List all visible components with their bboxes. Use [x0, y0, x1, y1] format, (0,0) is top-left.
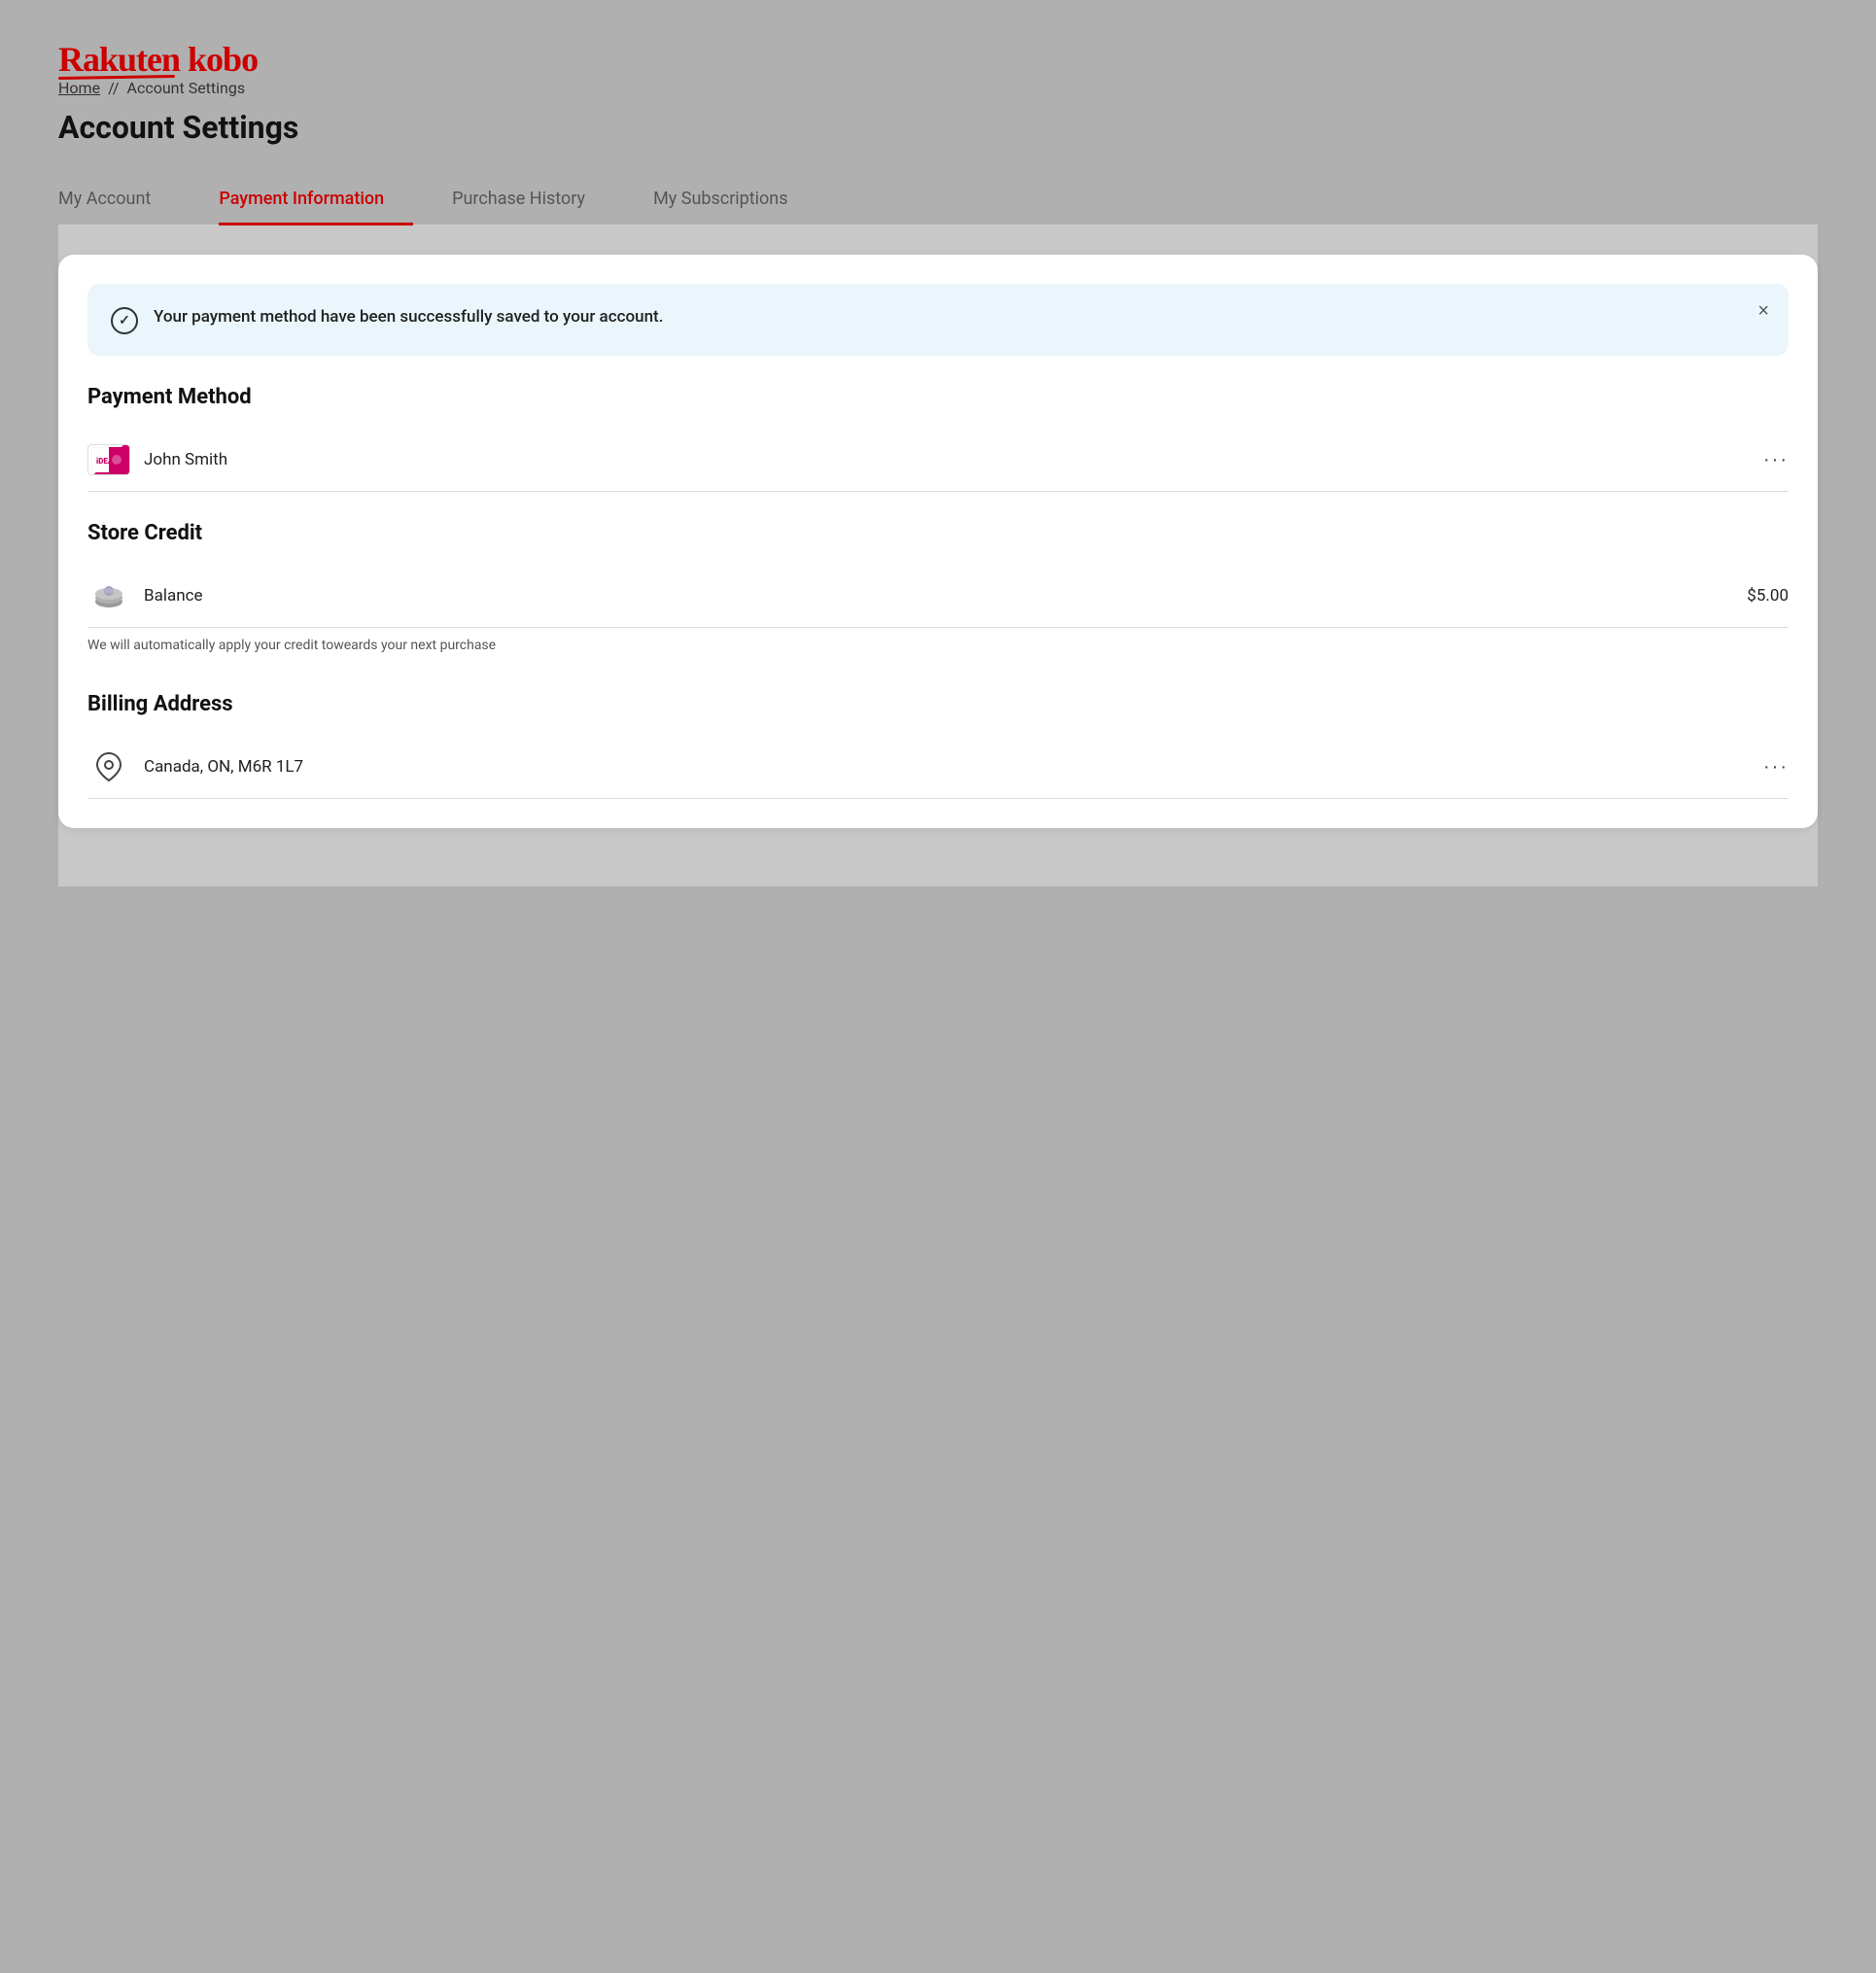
- billing-address-row: Canada, ON, M6R 1L7 ···: [87, 736, 1789, 799]
- payment-method-row: iDEAL John Smith ···: [87, 429, 1789, 492]
- breadcrumb: Home // Account Settings: [58, 79, 1818, 97]
- close-banner-button[interactable]: ×: [1757, 301, 1769, 321]
- store-credit-balance: $5.00: [1747, 586, 1789, 606]
- success-banner: Your payment method have been successful…: [87, 284, 1789, 356]
- billing-more-button[interactable]: ···: [1763, 756, 1789, 779]
- tab-my-subscriptions[interactable]: My Subscriptions: [653, 175, 816, 225]
- logo-text: Rakuten kobo: [58, 39, 1818, 80]
- logo[interactable]: Rakuten kobo: [58, 39, 1818, 79]
- content-area: Your payment method have been successful…: [58, 225, 1818, 886]
- tab-payment-information[interactable]: Payment Information: [219, 175, 413, 225]
- store-credit-row: Balance $5.00: [87, 565, 1789, 628]
- billing-address-text: Canada, ON, M6R 1L7: [144, 757, 1763, 777]
- page-title: Account Settings: [58, 109, 1818, 146]
- payment-holder-name: John Smith: [144, 450, 1763, 469]
- ideal-payment-icon: iDEAL: [87, 444, 130, 475]
- tab-my-account[interactable]: My Account: [58, 175, 180, 225]
- location-icon: [87, 751, 130, 782]
- tab-purchase-history[interactable]: Purchase History: [452, 175, 614, 225]
- store-credit-label: Balance: [144, 586, 1747, 606]
- tabs-bar: My Account Payment Information Purchase …: [58, 175, 1818, 225]
- payment-method-title: Payment Method: [87, 385, 1789, 409]
- store-credit-title: Store Credit: [87, 521, 1789, 545]
- breadcrumb-home[interactable]: Home: [58, 79, 100, 97]
- main-card: Your payment method have been successful…: [58, 255, 1818, 828]
- success-icon: [111, 307, 138, 334]
- store-credit-icon: [87, 580, 130, 611]
- breadcrumb-separator: //: [108, 79, 119, 97]
- breadcrumb-current: Account Settings: [127, 79, 246, 97]
- billing-address-title: Billing Address: [87, 692, 1789, 716]
- store-credit-note: We will automatically apply your credit …: [87, 638, 1789, 663]
- success-message: Your payment method have been successful…: [154, 305, 1765, 330]
- payment-more-button[interactable]: ···: [1763, 449, 1789, 471]
